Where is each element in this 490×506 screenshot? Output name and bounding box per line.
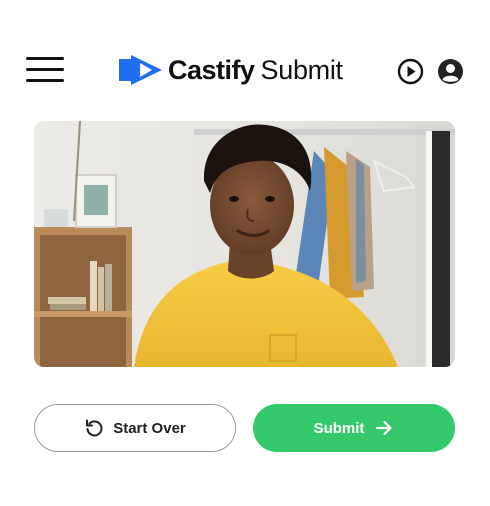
app-header: Castify Submit bbox=[0, 44, 490, 100]
rotate-left-icon bbox=[86, 419, 103, 437]
brand-name: Castify bbox=[168, 54, 255, 85]
start-over-button[interactable]: Start Over bbox=[34, 404, 236, 452]
user-account-icon[interactable] bbox=[437, 58, 464, 85]
play-circle-icon[interactable] bbox=[397, 58, 424, 85]
portrait-photo bbox=[34, 121, 455, 367]
submit-label: Submit bbox=[313, 419, 365, 437]
submit-button[interactable]: Submit bbox=[253, 404, 455, 452]
hamburger-menu-icon[interactable] bbox=[24, 54, 66, 86]
start-over-label: Start Over bbox=[113, 419, 186, 437]
menu-line-bottom bbox=[26, 79, 64, 82]
menu-line-middle bbox=[26, 68, 64, 71]
menu-line-top bbox=[26, 57, 64, 60]
brand-suffix: Submit bbox=[260, 54, 344, 85]
castify-logo-icon bbox=[119, 55, 162, 85]
brand[interactable]: Castify Submit bbox=[118, 50, 343, 90]
arrow-right-icon bbox=[376, 420, 393, 436]
photo-preview bbox=[34, 121, 455, 367]
